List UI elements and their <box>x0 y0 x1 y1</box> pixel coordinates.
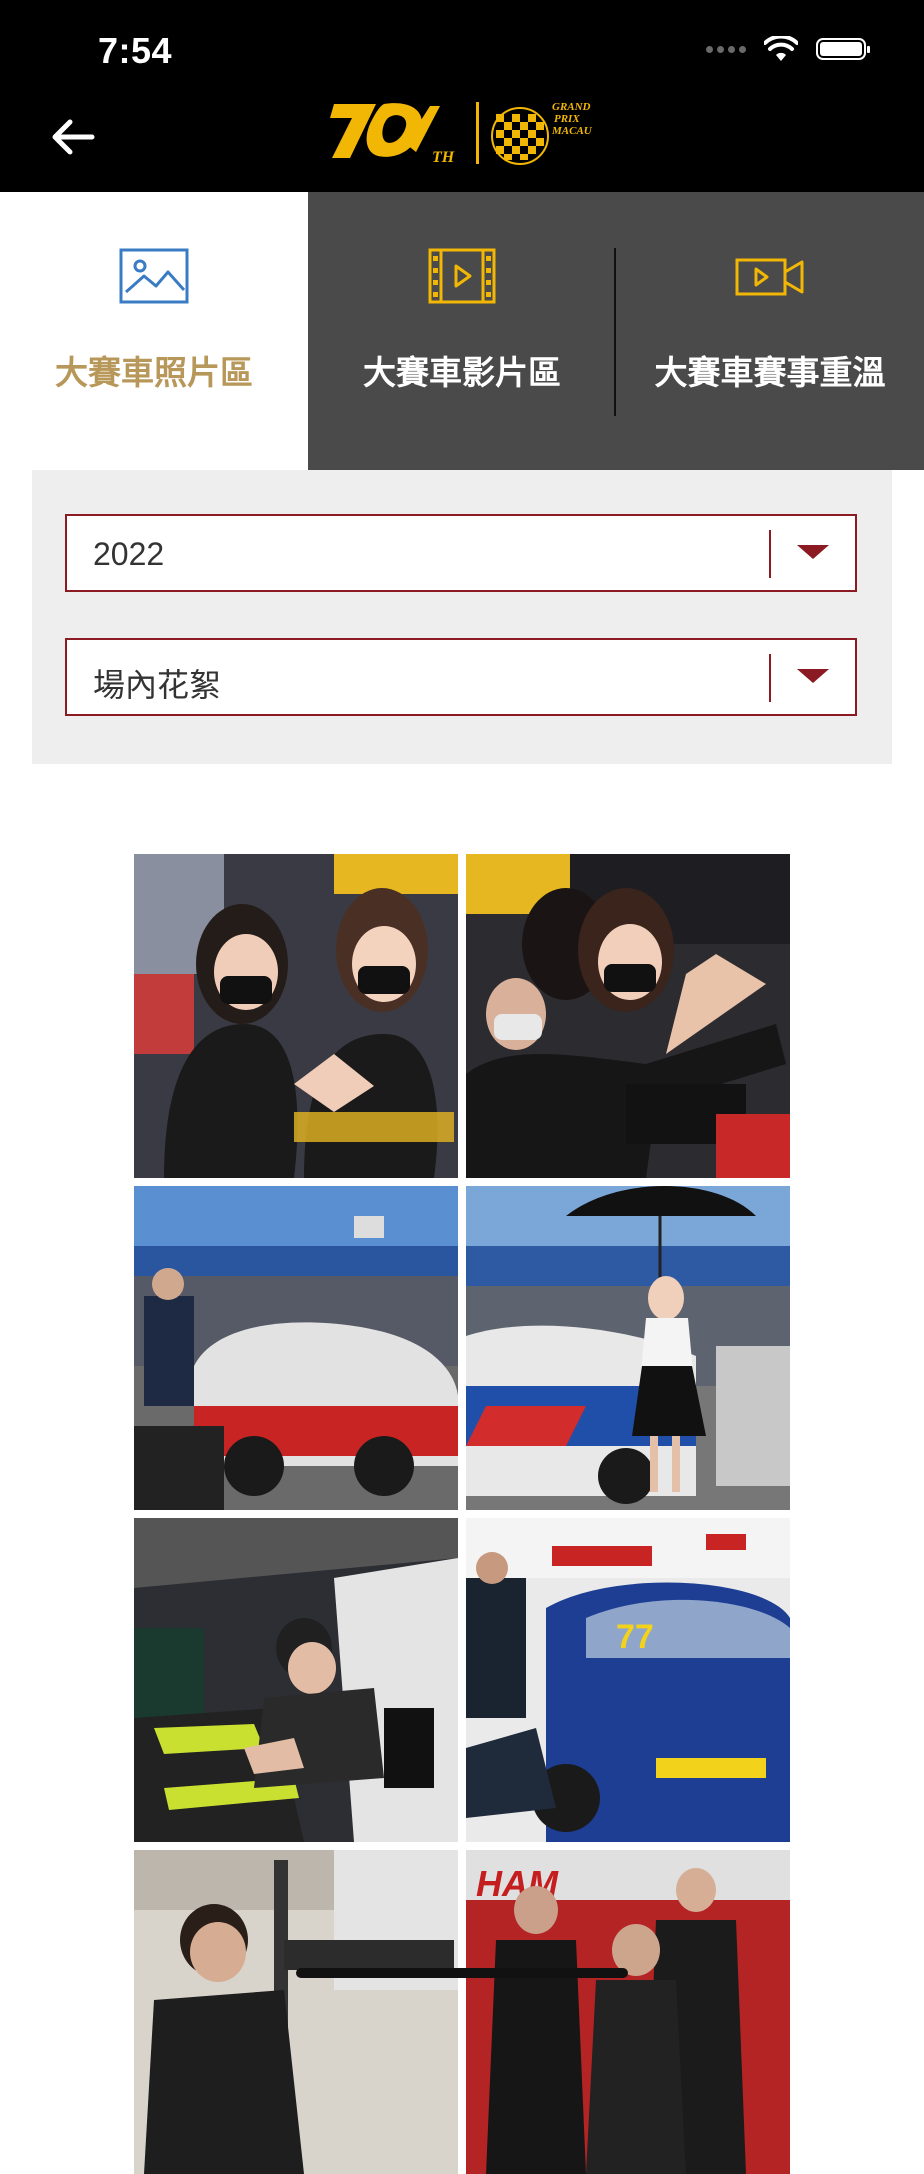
tab-photos[interactable]: 大賽車照片區 <box>0 192 308 470</box>
film-icon <box>428 248 496 304</box>
tab-divider <box>614 248 616 416</box>
chevron-down-icon <box>797 669 829 683</box>
wifi-icon <box>764 36 798 61</box>
svg-text:TH: TH <box>432 149 455 166</box>
svg-text:GRAND: GRAND <box>552 101 591 113</box>
battery-icon <box>816 38 870 60</box>
media-tabs: 大賽車照片區 大賽車影片區 大賽車賽事重溫 <box>0 192 924 470</box>
category-dropdown[interactable]: 場內花絮 <box>65 638 857 716</box>
dropdown-separator <box>769 654 771 702</box>
filter-panel: 2022 場內花絮 <box>32 470 892 764</box>
svg-text:MACAU: MACAU <box>551 125 593 137</box>
photo-thumbnail[interactable] <box>134 1850 458 2174</box>
photo-thumbnail[interactable]: 77 <box>466 1518 790 1842</box>
dropdown-separator <box>769 530 771 578</box>
year-dropdown-value: 2022 <box>93 536 165 572</box>
photo-thumbnail[interactable] <box>466 854 790 1178</box>
top-bar: 7:54 TH GRAND PRIX MACAU <box>0 0 924 192</box>
video-camera-icon <box>735 258 804 296</box>
photo-thumbnail[interactable] <box>466 1186 790 1510</box>
photo-thumbnail[interactable] <box>134 1518 458 1842</box>
tab-videos-label: 大賽車影片區 <box>363 354 561 391</box>
status-time: 7:54 <box>98 30 173 71</box>
tab-videos[interactable]: 大賽車影片區 <box>308 192 616 470</box>
home-indicator[interactable] <box>296 1968 628 1978</box>
70th-grand-prix-macau-logo: TH GRAND PRIX MACAU <box>330 101 593 166</box>
back-arrow-icon[interactable] <box>48 112 98 162</box>
tab-race-replay[interactable]: 大賽車賽事重溫 <box>616 192 924 470</box>
category-dropdown-value: 場內花絮 <box>93 667 222 703</box>
chevron-down-icon <box>797 545 829 559</box>
photo-thumbnail[interactable] <box>134 1186 458 1510</box>
cellular-signal-icon <box>706 45 746 53</box>
tab-photos-label: 大賽車照片區 <box>55 354 253 391</box>
image-icon <box>119 248 189 304</box>
photo-thumbnail[interactable]: HAM <box>466 1850 790 2174</box>
tab-race-replay-label: 大賽車賽事重溫 <box>654 354 886 391</box>
status-icons <box>706 36 870 62</box>
photo-thumbnail[interactable] <box>134 854 458 1178</box>
svg-text:PRIX: PRIX <box>554 113 580 125</box>
svg-text:77: 77 <box>616 1618 654 1656</box>
year-dropdown[interactable]: 2022 <box>65 514 857 592</box>
